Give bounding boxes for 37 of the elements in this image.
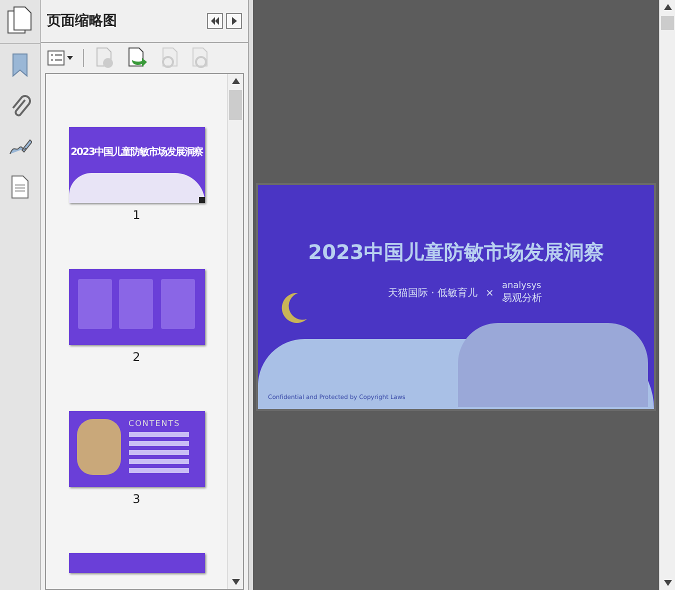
insert-page-icon[interactable] — [126, 47, 148, 69]
children-illustration — [76, 419, 120, 475]
page-number: 1 — [132, 208, 140, 222]
column-illustration — [119, 279, 154, 329]
scrollbar[interactable] — [227, 74, 243, 589]
down-arrow-icon[interactable] — [232, 579, 240, 585]
right-arrow-icon — [229, 16, 239, 26]
scrollbar-thumb[interactable] — [661, 16, 674, 30]
page-thumbnail[interactable]: 2023中国儿童防敏市场发展洞察 — [68, 127, 204, 203]
logo-text: analysys — [502, 281, 542, 291]
page-thumbnail[interactable]: CONTENTS — [68, 411, 204, 487]
slide-title: 2023中国儿童防敏市场发展洞察 — [307, 239, 605, 266]
column-illustration — [160, 279, 195, 329]
cross-mark: × — [486, 288, 494, 298]
collapse-button[interactable] — [207, 13, 223, 29]
splitter-handle[interactable] — [248, 0, 253, 590]
options-icon[interactable] — [47, 50, 73, 66]
column-illustration — [78, 279, 112, 329]
thumbnail-title: 2023中国儿童防敏市场发展洞察 — [70, 145, 204, 159]
logo-subtext: 易观分析 — [502, 292, 542, 305]
pages-icon[interactable] — [7, 6, 33, 36]
page-number: 2 — [132, 350, 140, 364]
panel-title: 页面缩略图 — [47, 12, 118, 30]
page-thumbnail[interactable] — [68, 553, 204, 573]
scrollbar-thumb[interactable] — [229, 90, 242, 120]
double-left-arrow-icon — [210, 16, 220, 26]
partner-names: 天猫国际 · 低敏育儿 — [388, 286, 478, 300]
up-arrow-icon[interactable] — [664, 4, 672, 10]
contents-heading: CONTENTS — [128, 419, 182, 428]
next-button[interactable] — [226, 13, 242, 29]
page-thumbnail[interactable] — [68, 269, 204, 345]
bookmark-icon[interactable] — [10, 52, 30, 78]
down-arrow-icon[interactable] — [664, 580, 672, 586]
up-arrow-icon[interactable] — [232, 78, 240, 84]
scrollbar[interactable] — [659, 0, 675, 590]
page-number: 3 — [132, 492, 140, 506]
document-icon[interactable] — [10, 174, 30, 200]
